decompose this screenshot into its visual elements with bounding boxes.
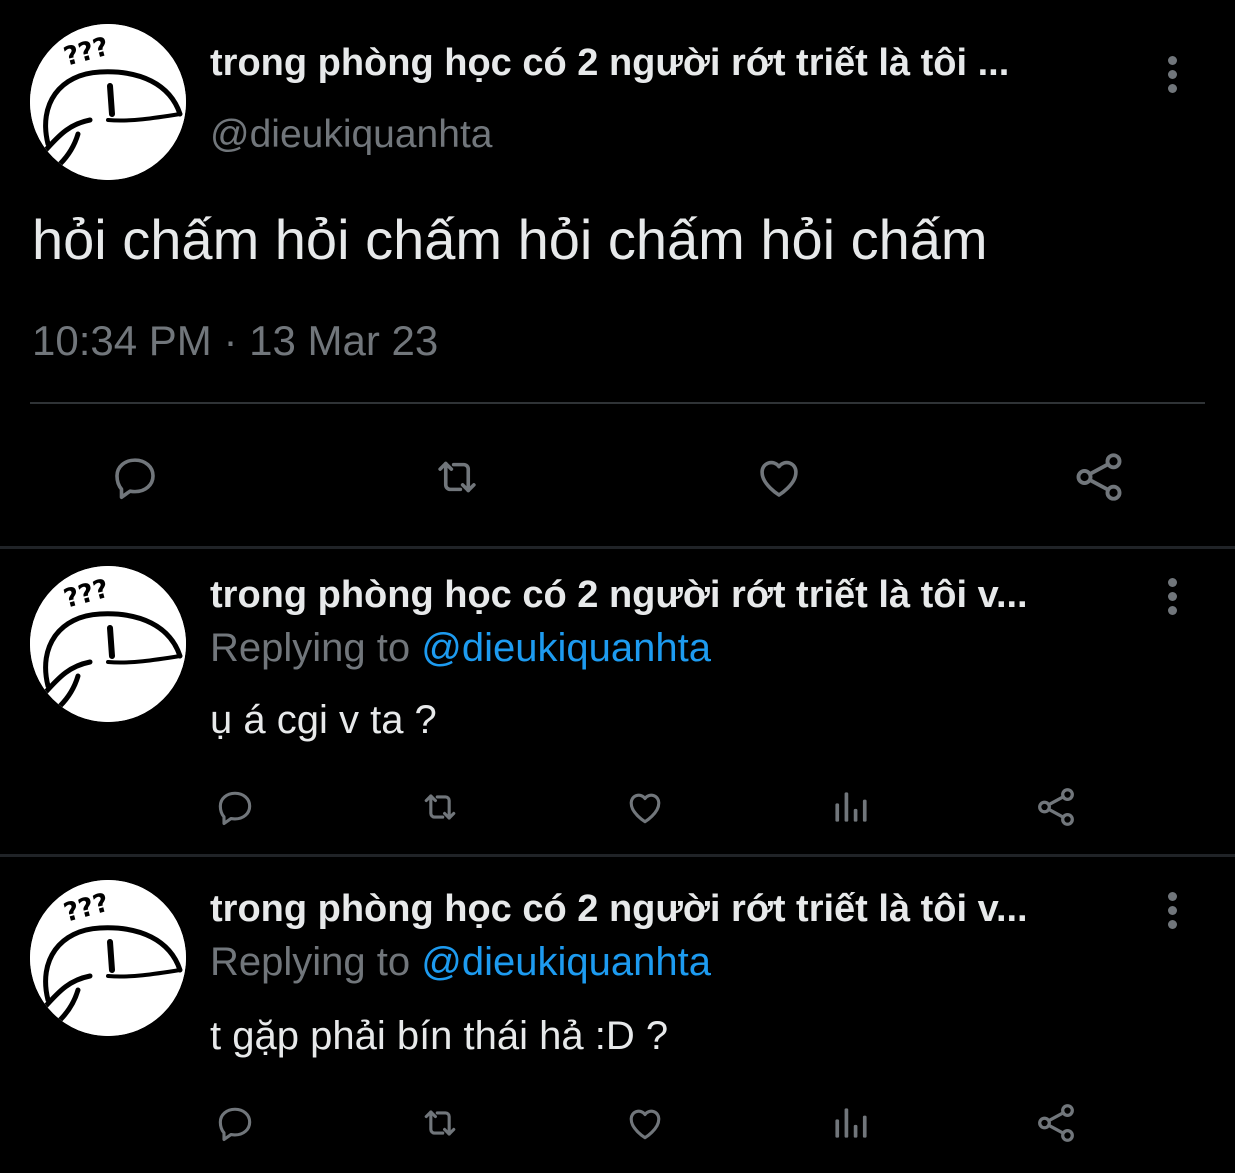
share-icon[interactable] (1066, 446, 1132, 508)
replying-to: Replying to @dieukiquanhta (210, 624, 711, 672)
replying-to-label: Replying to (210, 626, 411, 670)
more-options-icon[interactable] (1160, 892, 1184, 936)
like-icon[interactable] (620, 1098, 670, 1148)
avatar[interactable]: ??? (30, 880, 186, 1036)
tweet-text: hỏi chấm hỏi chấm hỏi chấm hỏi chấm (32, 208, 988, 271)
replying-to-handle-link[interactable]: @dieukiquanhta (421, 626, 711, 670)
like-icon[interactable] (744, 446, 814, 508)
retweet-icon[interactable] (410, 1098, 470, 1148)
more-options-icon[interactable] (1160, 56, 1184, 100)
avatar-image: ??? (30, 24, 186, 180)
share-icon[interactable] (1030, 782, 1082, 832)
display-name[interactable]: trong phòng học có 2 người rớt triết là … (210, 40, 1130, 86)
separator (30, 402, 1205, 404)
display-name[interactable]: trong phòng học có 2 người rớt triết là … (210, 886, 1130, 932)
avatar[interactable]: ??? (30, 24, 186, 180)
replying-to-handle-link[interactable]: @dieukiquanhta (421, 940, 711, 984)
like-icon[interactable] (620, 782, 670, 832)
comment-icon[interactable] (210, 1098, 260, 1148)
user-handle[interactable]: @dieukiquanhta (210, 112, 492, 158)
views-icon[interactable] (826, 782, 876, 832)
retweet-icon[interactable] (420, 446, 494, 508)
comment-icon[interactable] (100, 446, 170, 508)
comment-icon[interactable] (210, 782, 260, 832)
more-options-icon[interactable] (1160, 578, 1184, 622)
share-icon[interactable] (1030, 1098, 1082, 1148)
avatar[interactable]: ??? (30, 566, 186, 722)
retweet-icon[interactable] (410, 782, 470, 832)
display-name[interactable]: trong phòng học có 2 người rớt triết là … (210, 572, 1130, 618)
tweet-divider (0, 854, 1235, 857)
tweet-thread-page: ??? trong phòng học có 2 người rớt triết… (0, 0, 1235, 1173)
views-icon[interactable] (826, 1098, 876, 1148)
replying-to-label: Replying to (210, 940, 411, 984)
avatar-image: ??? (30, 880, 186, 1036)
avatar-image: ??? (30, 566, 186, 722)
replying-to: Replying to @dieukiquanhta (210, 938, 711, 986)
reply-text: ụ á cgi v ta ? (210, 698, 437, 742)
tweet-divider (0, 546, 1235, 549)
reply-text: t gặp phải bín thái hả :D ? (210, 1014, 669, 1058)
tweet-timestamp[interactable]: 10:34 PM · 13 Mar 23 (32, 316, 438, 366)
